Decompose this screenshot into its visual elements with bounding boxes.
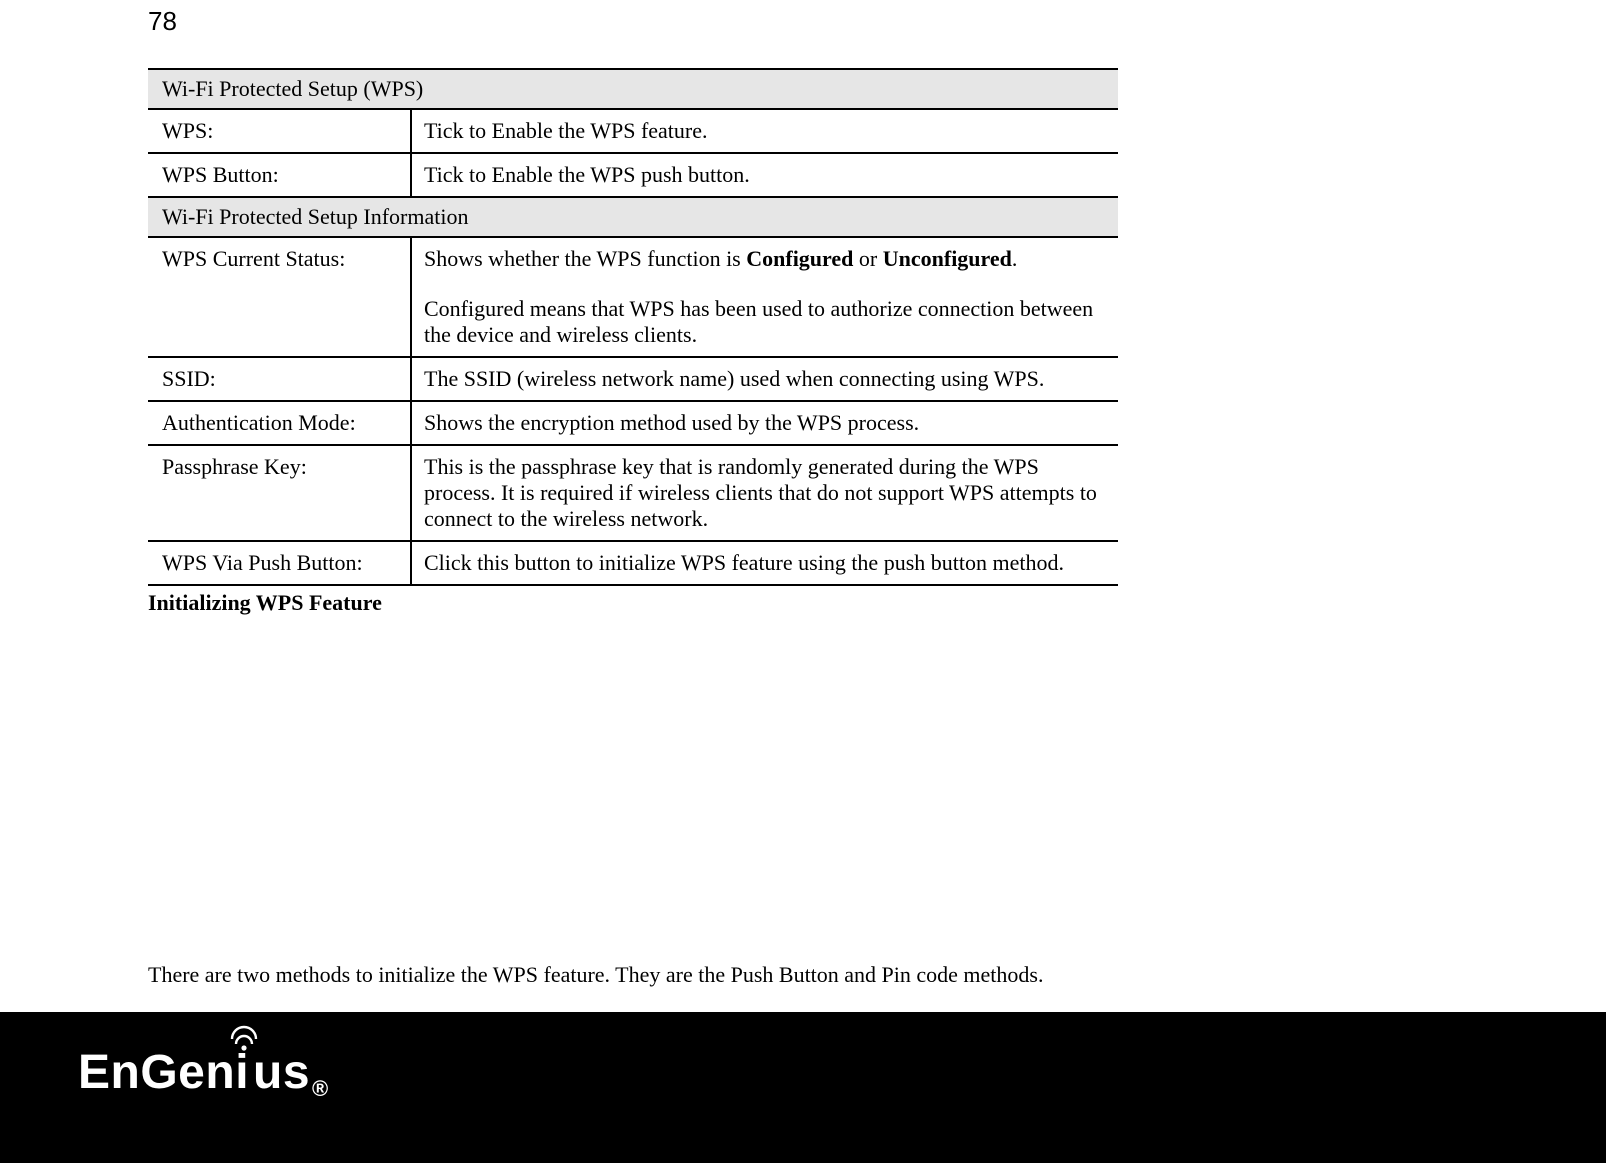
body-text: There are two methods to initialize the … [148, 962, 1248, 988]
registered-mark: ® [312, 1076, 329, 1102]
logo-suffix: us [253, 1045, 310, 1100]
row-label-wps: WPS: [148, 109, 411, 153]
wps-table: Wi-Fi Protected Setup (WPS) WPS: Tick to… [148, 68, 1118, 586]
page-number: 78 [148, 6, 177, 37]
subheading-initializing: Initializing WPS Feature [148, 586, 1118, 616]
status-mid: or [853, 246, 882, 271]
status-bold-b: Unconfigured [883, 246, 1012, 271]
row-label-auth: Authentication Mode: [148, 401, 411, 445]
row-label-passphrase: Passphrase Key: [148, 445, 411, 541]
row-label-pushbutton: WPS Via Push Button: [148, 541, 411, 585]
row-label-ssid: SSID: [148, 357, 411, 401]
section-header-info: Wi-Fi Protected Setup Information [148, 197, 1118, 237]
status-text-a: Shows whether the WPS function is [424, 246, 746, 271]
row-desc-auth: Shows the encryption method used by the … [411, 401, 1118, 445]
status-text-c: Configured means that WPS has been used … [424, 296, 1104, 348]
status-text-b: . [1012, 246, 1018, 271]
row-desc-passphrase: This is the passphrase key that is rando… [411, 445, 1118, 541]
engenius-logo: EnGen i i us ® [78, 1045, 329, 1100]
row-desc-pushbutton: Click this button to initialize WPS feat… [411, 541, 1118, 585]
section-header-wps: Wi-Fi Protected Setup (WPS) [148, 69, 1118, 109]
row-desc-wps-button: Tick to Enable the WPS push button. [411, 153, 1118, 197]
status-bold-a: Configured [746, 246, 853, 271]
row-desc-ssid: The SSID (wireless network name) used wh… [411, 357, 1118, 401]
logo-i: i i [235, 1045, 253, 1100]
row-desc-status: Shows whether the WPS function is Config… [411, 237, 1118, 357]
row-label-wps-button: WPS Button: [148, 153, 411, 197]
logo-prefix: EnGen [78, 1045, 235, 1100]
row-desc-wps: Tick to Enable the WPS feature. [411, 109, 1118, 153]
row-label-status: WPS Current Status: [148, 237, 411, 357]
